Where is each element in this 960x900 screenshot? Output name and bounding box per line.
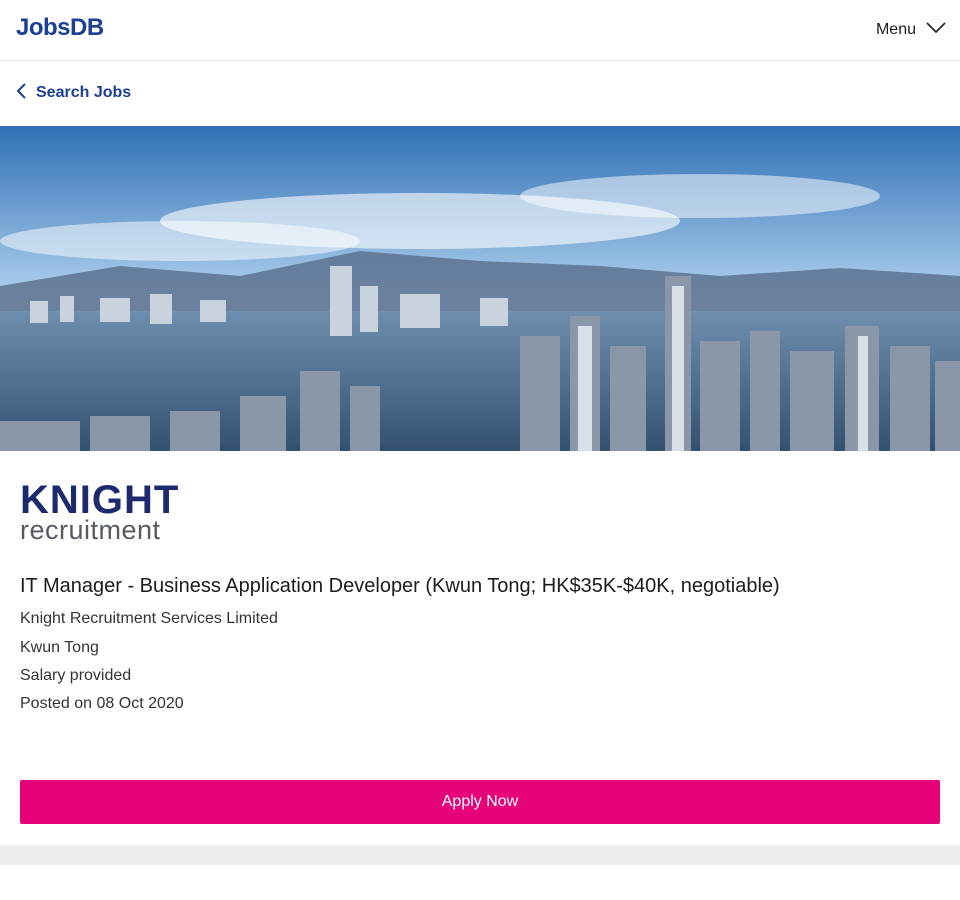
menu-label: Menu [875,21,916,38]
apply-now-button[interactable]: Apply Now [20,780,940,824]
company-name[interactable]: Knight Recruitment Services Limited [20,609,278,629]
jobsdb-logo[interactable]: JobsDB [16,14,104,42]
posted-date: Posted on 08 Oct 2020 [20,695,184,712]
job-location: Kwun Tong [20,639,99,656]
menu-button[interactable]: Menu [876,16,946,44]
salary-info: Salary provided [20,667,132,684]
top-bar: JobsDB Menu [0,0,960,61]
job-title: IT Manager - Business Application Develo… [20,575,780,597]
company-logo-wordmark: KNIGHT [20,478,180,522]
company-logo: KNIGHT recruitment [20,478,202,545]
section-divider [0,845,960,865]
company-banner-image [0,126,960,451]
back-label: Search Jobs [36,84,132,101]
chevron-down-icon [926,21,946,39]
company-logo-subtitle: recruitment [20,515,161,545]
chevron-left-icon [16,82,36,104]
sub-navigation: Search Jobs [0,61,960,126]
back-to-search-link[interactable]: Search Jobs [16,81,131,105]
